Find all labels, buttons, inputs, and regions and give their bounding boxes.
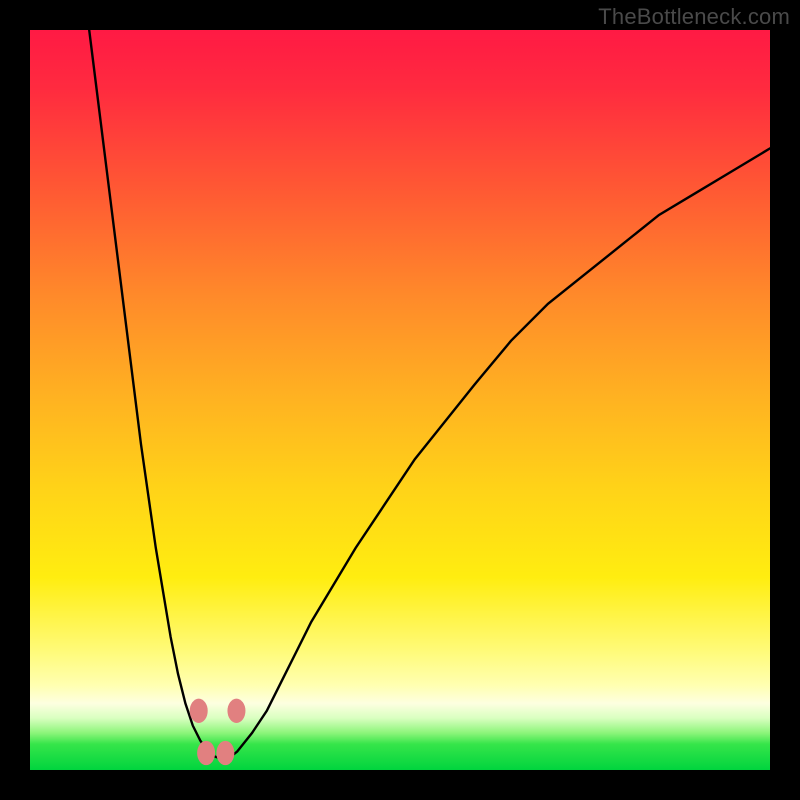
curve-markers (190, 699, 246, 765)
watermark: TheBottleneck.com (598, 4, 790, 30)
bottleneck-curve (89, 30, 770, 759)
marker-dot (197, 741, 215, 765)
marker-dot (216, 741, 234, 765)
marker-dot (190, 699, 208, 723)
chart-frame: TheBottleneck.com (0, 0, 800, 800)
curve-svg (30, 30, 770, 770)
plot-area (30, 30, 770, 770)
marker-dot (227, 699, 245, 723)
